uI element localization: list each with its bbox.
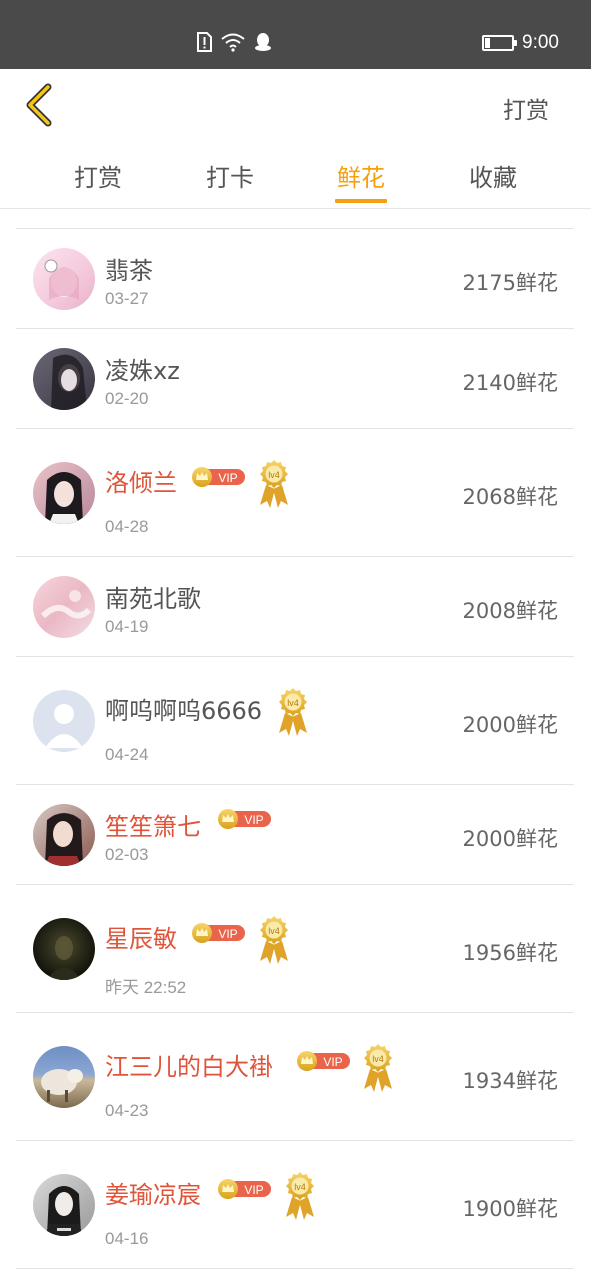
date-label: 02-20	[105, 389, 149, 408]
avatar[interactable]	[33, 576, 95, 638]
avatar[interactable]	[33, 462, 95, 524]
flower-amount: 1934鲜花	[462, 1069, 558, 1093]
avatar[interactable]	[33, 1046, 95, 1108]
flower-amount: 2008鲜花	[462, 599, 558, 623]
list-item[interactable]: 星辰敏 VIP lv4 昨天 22:52 1956鲜花	[16, 885, 574, 1013]
flower-amount: 2000鲜花	[462, 713, 558, 737]
list-item[interactable]: 南苑北歌 04-19 2008鲜花	[16, 557, 574, 657]
reward-action-button[interactable]: 打赏	[503, 91, 549, 125]
user-name[interactable]: 姜瑜凉宸	[105, 1175, 201, 1210]
user-name[interactable]: 翡茶	[105, 251, 153, 286]
avatar[interactable]	[33, 804, 95, 866]
vip-badge: VIP	[192, 467, 245, 487]
vip-label: VIP	[323, 1055, 342, 1069]
user-name[interactable]: 啊呜啊呜6666	[105, 691, 262, 726]
vip-label: VIP	[244, 1183, 263, 1197]
list-item[interactable]: 啊呜啊呜6666 lv4 04-24 2000鲜花	[16, 657, 574, 785]
tab-active-indicator	[335, 199, 387, 203]
level-label: lv4	[268, 926, 280, 936]
vip-label: VIP	[218, 471, 237, 485]
status-icons	[196, 32, 272, 52]
vip-label: VIP	[244, 813, 263, 827]
list-item[interactable]: 凌姝xz 02-20 2140鲜花	[16, 329, 574, 429]
header: 打赏	[0, 69, 591, 139]
vip-badge: VIP	[192, 923, 245, 943]
date-label: 04-23	[105, 1101, 149, 1120]
user-name[interactable]: 洛倾兰	[105, 463, 177, 498]
avatar[interactable]	[33, 1174, 95, 1236]
vip-badge: VIP	[297, 1051, 350, 1071]
level-medal-icon: lv4	[286, 1172, 314, 1220]
level-medal-icon: lv4	[364, 1044, 392, 1092]
wifi-icon	[221, 33, 245, 52]
tab-favorites[interactable]: 收藏	[448, 158, 538, 193]
level-medal-icon: lv4	[260, 460, 288, 508]
date-label: 04-19	[105, 617, 149, 636]
date-label: 04-16	[105, 1229, 149, 1248]
avatar[interactable]	[33, 918, 95, 980]
date-label: 04-24	[105, 745, 149, 764]
user-name[interactable]: 江三儿的白大褂	[105, 1047, 273, 1082]
back-button[interactable]	[22, 83, 56, 127]
list-item[interactable]: 洛倾兰 VIP lv4 04-28 2068鲜花	[16, 429, 574, 557]
flower-amount: 2140鲜花	[462, 371, 558, 395]
flower-amount: 2000鲜花	[462, 827, 558, 851]
list-item[interactable]: 江三儿的白大褂 VIP lv4 04-23 1934鲜花	[16, 1013, 574, 1141]
avatar[interactable]	[33, 248, 95, 310]
list-item[interactable]: 姜瑜凉宸 VIP lv4 04-16 1900鲜花	[16, 1141, 574, 1269]
date-label: 04-28	[105, 517, 149, 536]
flower-amount: 1956鲜花	[462, 941, 558, 965]
list-item[interactable]: 翡茶 03-27 2175鲜花	[16, 229, 574, 329]
tab-checkin[interactable]: 打卡	[185, 158, 275, 193]
vip-badge: VIP	[218, 809, 271, 829]
tab-flowers[interactable]: 鲜花	[316, 158, 406, 193]
flower-amount: 1900鲜花	[462, 1197, 558, 1221]
avatar[interactable]	[33, 690, 95, 752]
tab-bar: 打赏 打卡 鲜花 收藏	[0, 139, 591, 209]
battery-icon	[482, 35, 518, 51]
user-name[interactable]: 笙笙箫七	[105, 807, 201, 842]
avatar[interactable]	[33, 348, 95, 410]
list-item[interactable]: 笙笙箫七 VIP 02-03 2000鲜花	[16, 785, 574, 885]
level-label: lv4	[372, 1054, 384, 1064]
flower-ranking-list: 翡茶 03-27 2175鲜花 凌姝xz 02-20 2140鲜花 洛倾兰 VI…	[16, 228, 574, 1269]
flower-amount: 2068鲜花	[462, 485, 558, 509]
vip-label: VIP	[218, 927, 237, 941]
level-medal-icon: lv4	[279, 688, 307, 736]
level-medal-icon: lv4	[260, 916, 288, 964]
user-name[interactable]: 凌姝xz	[105, 351, 180, 386]
tab-reward[interactable]: 打赏	[53, 158, 143, 193]
qq-icon	[255, 33, 271, 51]
status-time: 9:00	[522, 32, 559, 53]
flower-amount: 2175鲜花	[462, 271, 558, 295]
status-right: 9:00	[482, 32, 559, 54]
date-label: 昨天 22:52	[105, 978, 187, 997]
date-label: 02-03	[105, 845, 149, 864]
sim-alert-icon	[197, 32, 212, 52]
user-name[interactable]: 南苑北歌	[105, 579, 201, 614]
date-label: 03-27	[105, 289, 149, 308]
level-label: lv4	[294, 1182, 306, 1192]
status-bar: 9:00	[0, 0, 591, 69]
vip-badge: VIP	[218, 1179, 271, 1199]
user-name[interactable]: 星辰敏	[105, 919, 177, 954]
level-label: lv4	[287, 698, 299, 708]
level-label: lv4	[268, 470, 280, 480]
